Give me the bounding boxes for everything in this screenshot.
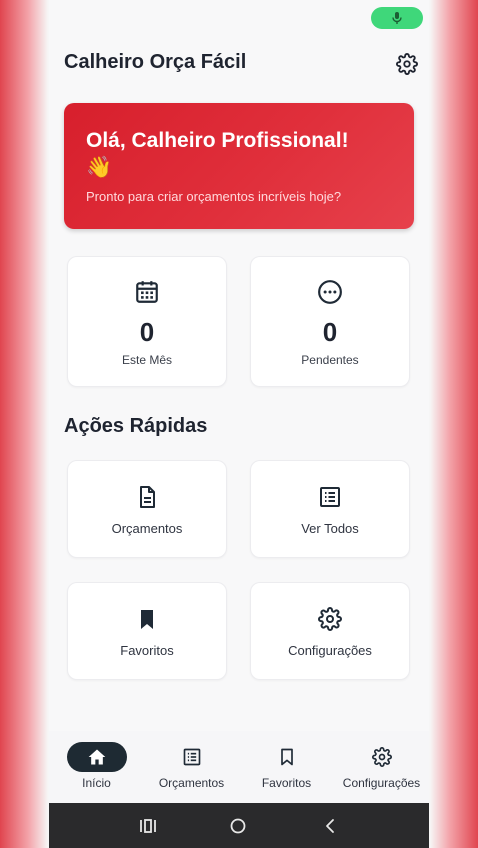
app-header: Calheiro Orça Fácil	[49, 38, 429, 90]
quick-actions-title: Ações Rápidas	[64, 415, 208, 437]
back-icon	[326, 819, 334, 833]
welcome-title: Olá, Calheiro Profissional! 👋	[86, 127, 392, 181]
gear-icon	[371, 747, 392, 767]
welcome-subtitle: Pronto para criar orçamentos incríveis h…	[86, 189, 342, 204]
recents-icon	[140, 819, 156, 833]
waving-hand-emoji: 👋	[86, 156, 113, 179]
back-button[interactable]	[319, 815, 341, 837]
stat-value: 0	[139, 317, 155, 347]
stat-label: Este Mês	[121, 353, 172, 367]
status-bar	[49, 0, 429, 38]
welcome-title-text: Olá, Calheiro Profissional!	[86, 129, 349, 152]
stat-label: Pendentes	[301, 353, 359, 367]
bottom-navigation: Início Orçamentos Favoritos Configuraçõe…	[49, 731, 429, 803]
action-settings-button[interactable]: Configurações	[250, 582, 410, 680]
action-quotes-button[interactable]: Orçamentos	[67, 460, 227, 558]
microphone-icon	[392, 12, 402, 24]
home-circle-icon	[230, 818, 246, 834]
list-icon	[183, 748, 200, 766]
nav-item-quotes[interactable]: Orçamentos	[144, 731, 239, 803]
gear-icon	[318, 607, 342, 631]
stat-value: 0	[322, 317, 338, 347]
bookmark-outline-icon	[280, 748, 293, 766]
action-label: Configurações	[288, 643, 372, 658]
stat-card-this-month[interactable]: 0 Este Mês	[67, 256, 227, 387]
home-icon	[88, 749, 105, 765]
app-title: Calheiro Orça Fácil	[64, 51, 247, 73]
bookmark-icon	[141, 610, 153, 629]
list-icon	[320, 487, 340, 507]
action-favorites-button[interactable]: Favoritos	[67, 582, 227, 680]
phone-screen: Calheiro Orça Fácil Olá, Calheiro Profis…	[49, 0, 429, 848]
nav-item-home[interactable]: Início	[49, 731, 144, 803]
nav-label: Configurações	[342, 776, 421, 790]
more-circle-icon	[318, 280, 342, 304]
recents-button[interactable]	[137, 815, 159, 837]
stat-card-pending[interactable]: 0 Pendentes	[250, 256, 410, 387]
nav-item-settings[interactable]: Configurações	[334, 731, 429, 803]
action-label: Ver Todos	[301, 521, 359, 536]
action-label: Orçamentos	[111, 521, 183, 536]
gear-icon	[396, 53, 418, 75]
action-view-all-button[interactable]: Ver Todos	[250, 460, 410, 558]
welcome-card: Olá, Calheiro Profissional! 👋 Pronto par…	[64, 103, 414, 229]
system-navigation-bar	[49, 803, 429, 848]
home-system-button[interactable]	[227, 815, 249, 837]
document-icon	[140, 486, 155, 508]
settings-button[interactable]	[395, 52, 419, 76]
nav-active-indicator	[66, 742, 127, 772]
nav-item-favorites[interactable]: Favoritos	[239, 731, 334, 803]
action-label: Favoritos	[120, 643, 174, 658]
mic-indicator[interactable]	[371, 7, 423, 29]
calendar-icon	[136, 281, 158, 303]
